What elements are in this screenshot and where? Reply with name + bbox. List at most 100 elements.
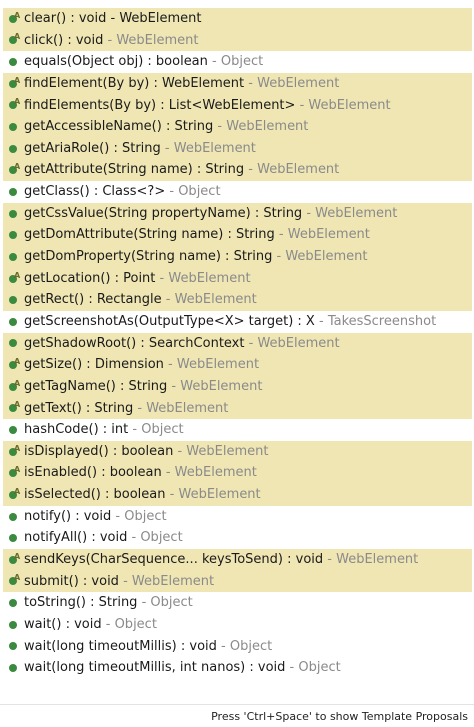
public-method-icon: A <box>7 163 21 177</box>
public-method-icon <box>7 618 21 632</box>
proposal-item[interactable]: getCssValue(String propertyName) : Strin… <box>3 202 472 225</box>
proposal-item[interactable]: Aclick() : void - WebElement <box>3 29 472 52</box>
proposal-item[interactable]: Aclear() : void - WebElement <box>3 8 472 30</box>
owner-separator: - <box>155 270 169 286</box>
owner-separator: - <box>128 422 142 438</box>
proposal-owner: WebElement <box>146 400 229 416</box>
proposal-owner: Object <box>114 616 157 632</box>
public-method-icon: A <box>7 466 21 480</box>
owner-separator: - <box>127 530 141 546</box>
proposal-item[interactable]: getDomProperty(String name) : String - W… <box>3 246 472 268</box>
public-method-icon: A <box>7 98 21 112</box>
proposal-item[interactable]: AgetSize() : Dimension - WebElement <box>3 354 472 376</box>
proposal-item[interactable]: equals(Object obj) : boolean - Object <box>3 51 472 73</box>
proposal-item[interactable]: getScreenshotAs(OutputType<X> target) : … <box>3 311 472 333</box>
public-method-icon <box>7 250 21 264</box>
proposal-item[interactable]: notify() : void - Object <box>3 506 472 528</box>
public-method-icon <box>7 639 21 653</box>
proposal-item[interactable]: AsendKeys(CharSequence... keysToSend) : … <box>3 549 472 571</box>
owner-separator: - <box>103 32 117 48</box>
proposal-owner: WebElement <box>168 270 251 286</box>
proposal-item[interactable]: wait(long timeoutMillis, int nanos) : vo… <box>3 657 472 679</box>
abstract-marker-icon: A <box>14 357 21 367</box>
proposal-item[interactable]: wait(long timeoutMillis) : void - Object <box>3 636 472 658</box>
proposal-signature: isDisplayed() : boolean <box>24 443 174 459</box>
proposal-signature: getCssValue(String propertyName) : Strin… <box>24 205 303 221</box>
abstract-marker-icon: A <box>14 75 21 85</box>
owner-separator: - <box>167 378 181 394</box>
proposal-item[interactable]: Asubmit() : void - WebElement <box>3 570 472 593</box>
proposal-item[interactable]: wait() : void - Object <box>3 614 472 636</box>
proposal-item[interactable]: AgetLocation() : Point - WebElement <box>3 267 472 290</box>
public-method-icon: A <box>7 574 21 588</box>
proposal-item[interactable]: AisSelected() : boolean - WebElement <box>3 484 472 506</box>
proposal-item[interactable]: AfindElements(By by) : List<WebElement> … <box>3 94 472 117</box>
public-method-icon <box>7 207 21 221</box>
proposal-owner: WebElement <box>174 292 257 308</box>
abstract-marker-icon: A <box>14 10 21 20</box>
proposal-item[interactable]: AgetTagName() : String - WebElement <box>3 375 472 398</box>
proposal-signature: wait(long timeoutMillis, int nanos) : vo… <box>24 660 286 676</box>
proposal-signature: getShadowRoot() : SearchContext <box>24 335 245 351</box>
owner-separator: - <box>244 162 258 178</box>
proposal-signature: notify() : void <box>24 508 112 524</box>
proposal-item[interactable]: toString() : String - Object <box>3 592 472 614</box>
abstract-marker-icon: A <box>14 443 21 453</box>
proposal-item[interactable]: AisDisplayed() : boolean - WebElement <box>3 440 472 463</box>
public-method-icon <box>7 315 21 329</box>
proposal-signature: click() : void <box>24 32 104 48</box>
proposal-item[interactable]: getShadowRoot() : SearchContext - WebEle… <box>3 332 472 355</box>
proposal-item[interactable]: AgetText() : String - WebElement <box>3 397 472 420</box>
public-method-icon <box>7 336 21 350</box>
proposal-item[interactable]: getClass() : Class<?> - Object <box>3 181 472 203</box>
proposal-owner: WebElement <box>287 227 370 243</box>
proposal-owner: WebElement <box>308 97 391 113</box>
abstract-marker-icon: A <box>14 162 21 172</box>
proposal-item[interactable]: AgetAttribute(String name) : String - We… <box>3 159 472 182</box>
proposal-item[interactable]: getDomAttribute(String name) : String - … <box>3 224 472 247</box>
proposal-owner: WebElement <box>176 357 260 373</box>
owner-separator: - <box>118 573 132 589</box>
public-method-icon <box>7 228 21 242</box>
proposal-owner: Object <box>124 508 167 524</box>
proposal-owner: Object <box>220 54 264 70</box>
proposal-signature: getDomAttribute(String name) : String <box>24 227 275 243</box>
proposal-owner: Object <box>298 660 341 676</box>
proposal-item[interactable]: getAriaRole() : String - WebElement <box>3 137 472 160</box>
proposal-signature: getClass() : Class<?> <box>24 184 166 200</box>
proposal-owner: Object <box>229 638 273 654</box>
proposal-item[interactable]: getAccessibleName() : String - WebElemen… <box>3 116 472 138</box>
owner-separator: - <box>323 552 337 568</box>
owner-separator: - <box>161 292 175 308</box>
owner-separator: - <box>274 227 288 243</box>
proposal-owner: TakesScreenshot <box>327 313 437 329</box>
proposal-signature: getText() : String <box>24 400 134 416</box>
owner-separator: - <box>213 119 227 135</box>
proposal-signature: getDomProperty(String name) : String <box>24 249 273 265</box>
abstract-marker-icon: A <box>14 400 21 410</box>
owner-separator: - <box>173 443 187 459</box>
public-method-icon: A <box>7 33 21 47</box>
owner-separator: - <box>207 54 221 70</box>
owner-separator: - <box>111 508 125 524</box>
proposal-item[interactable]: notifyAll() : void - Object <box>3 527 472 549</box>
public-method-icon <box>7 185 21 199</box>
proposal-item[interactable]: AfindElement(By by) : WebElement - WebEl… <box>3 72 472 95</box>
public-method-icon <box>7 423 21 437</box>
public-method-icon: A <box>7 270 21 286</box>
proposal-signature: getAccessibleName() : String <box>24 119 214 135</box>
abstract-marker-icon: A <box>14 32 21 42</box>
owner-separator: - <box>101 616 115 632</box>
proposal-owner: WebElement <box>315 205 398 221</box>
proposal-item[interactable]: getRect() : Rectangle - WebElement <box>3 289 472 311</box>
owner-separator: - <box>314 313 328 329</box>
abstract-marker-icon: A <box>14 270 21 280</box>
owner-separator: - <box>285 660 299 676</box>
proposal-signature: wait() : void <box>24 616 102 632</box>
abstract-marker-icon: A <box>14 573 21 583</box>
owner-separator: - <box>272 249 286 265</box>
proposal-item[interactable]: AisEnabled() : boolean - WebElement <box>3 462 472 485</box>
proposal-owner: WebElement <box>186 443 269 459</box>
proposal-owner: WebElement <box>116 32 199 48</box>
proposal-item[interactable]: hashCode() : int - Object <box>3 419 472 441</box>
